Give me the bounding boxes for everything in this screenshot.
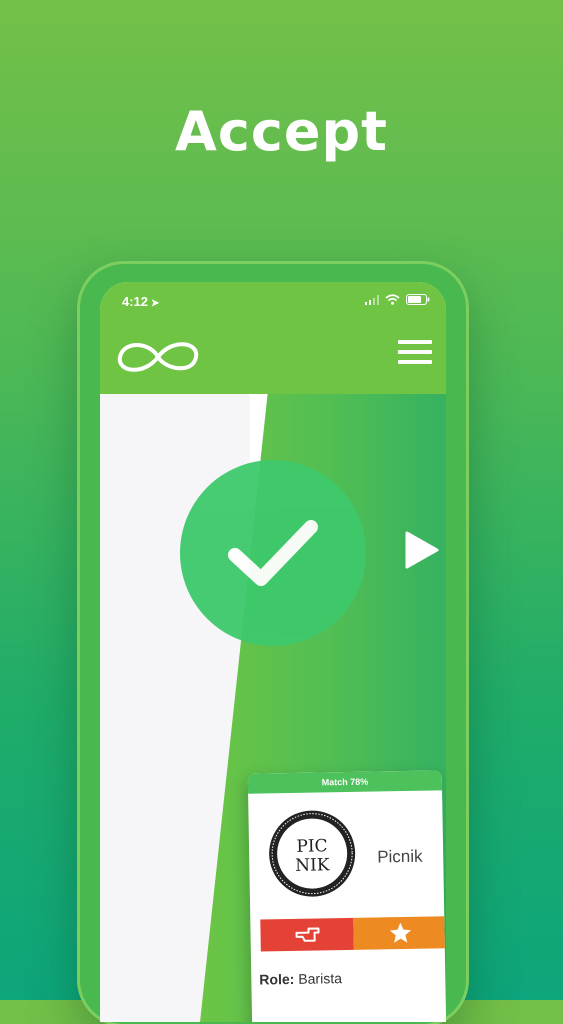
app-navbar (100, 322, 446, 394)
phone-frame: 4:12 ➤ Match 78% PIC NIK Picnik Role: Ba… (80, 264, 466, 1024)
status-time-group: 4:12 ➤ (122, 294, 159, 309)
infinity-logo-icon[interactable] (114, 336, 202, 378)
role-line: Role: Barista (259, 970, 342, 987)
company-section: PIC NIK Picnik (248, 790, 444, 911)
role-value: Barista (298, 970, 343, 987)
hamburger-menu-icon[interactable] (398, 338, 432, 366)
favorite-button[interactable] (353, 916, 446, 950)
company-logo: PIC NIK (269, 810, 356, 897)
checkmark-icon (228, 520, 318, 586)
status-time: 4:12 (122, 294, 149, 309)
company-logo-text-top: PIC (296, 836, 328, 857)
role-label: Role: (259, 970, 295, 988)
page-headline: Accept (175, 100, 388, 163)
cellular-signal-icon (365, 294, 379, 305)
wifi-icon (385, 294, 400, 305)
location-arrow-icon: ➤ (151, 298, 160, 309)
swipe-area[interactable]: Match 78% PIC NIK Picnik Role: Barista (100, 394, 446, 1022)
star-icon (389, 922, 411, 943)
phone-screen: 4:12 ➤ Match 78% PIC NIK Picnik Role: Ba… (100, 282, 446, 1022)
status-icons (365, 294, 430, 305)
status-bar: 4:12 ➤ (100, 282, 446, 322)
card-actions (260, 916, 446, 952)
job-card[interactable]: Match 78% PIC NIK Picnik Role: Barista (247, 770, 446, 1022)
reject-button[interactable] (260, 917, 354, 952)
play-arrow-icon[interactable] (404, 530, 440, 570)
accept-button[interactable] (180, 460, 366, 646)
company-name: Picnik (377, 846, 423, 867)
battery-icon (406, 294, 430, 305)
company-logo-text-bottom: NIK (295, 855, 330, 876)
hand-pointing-icon (295, 927, 320, 942)
